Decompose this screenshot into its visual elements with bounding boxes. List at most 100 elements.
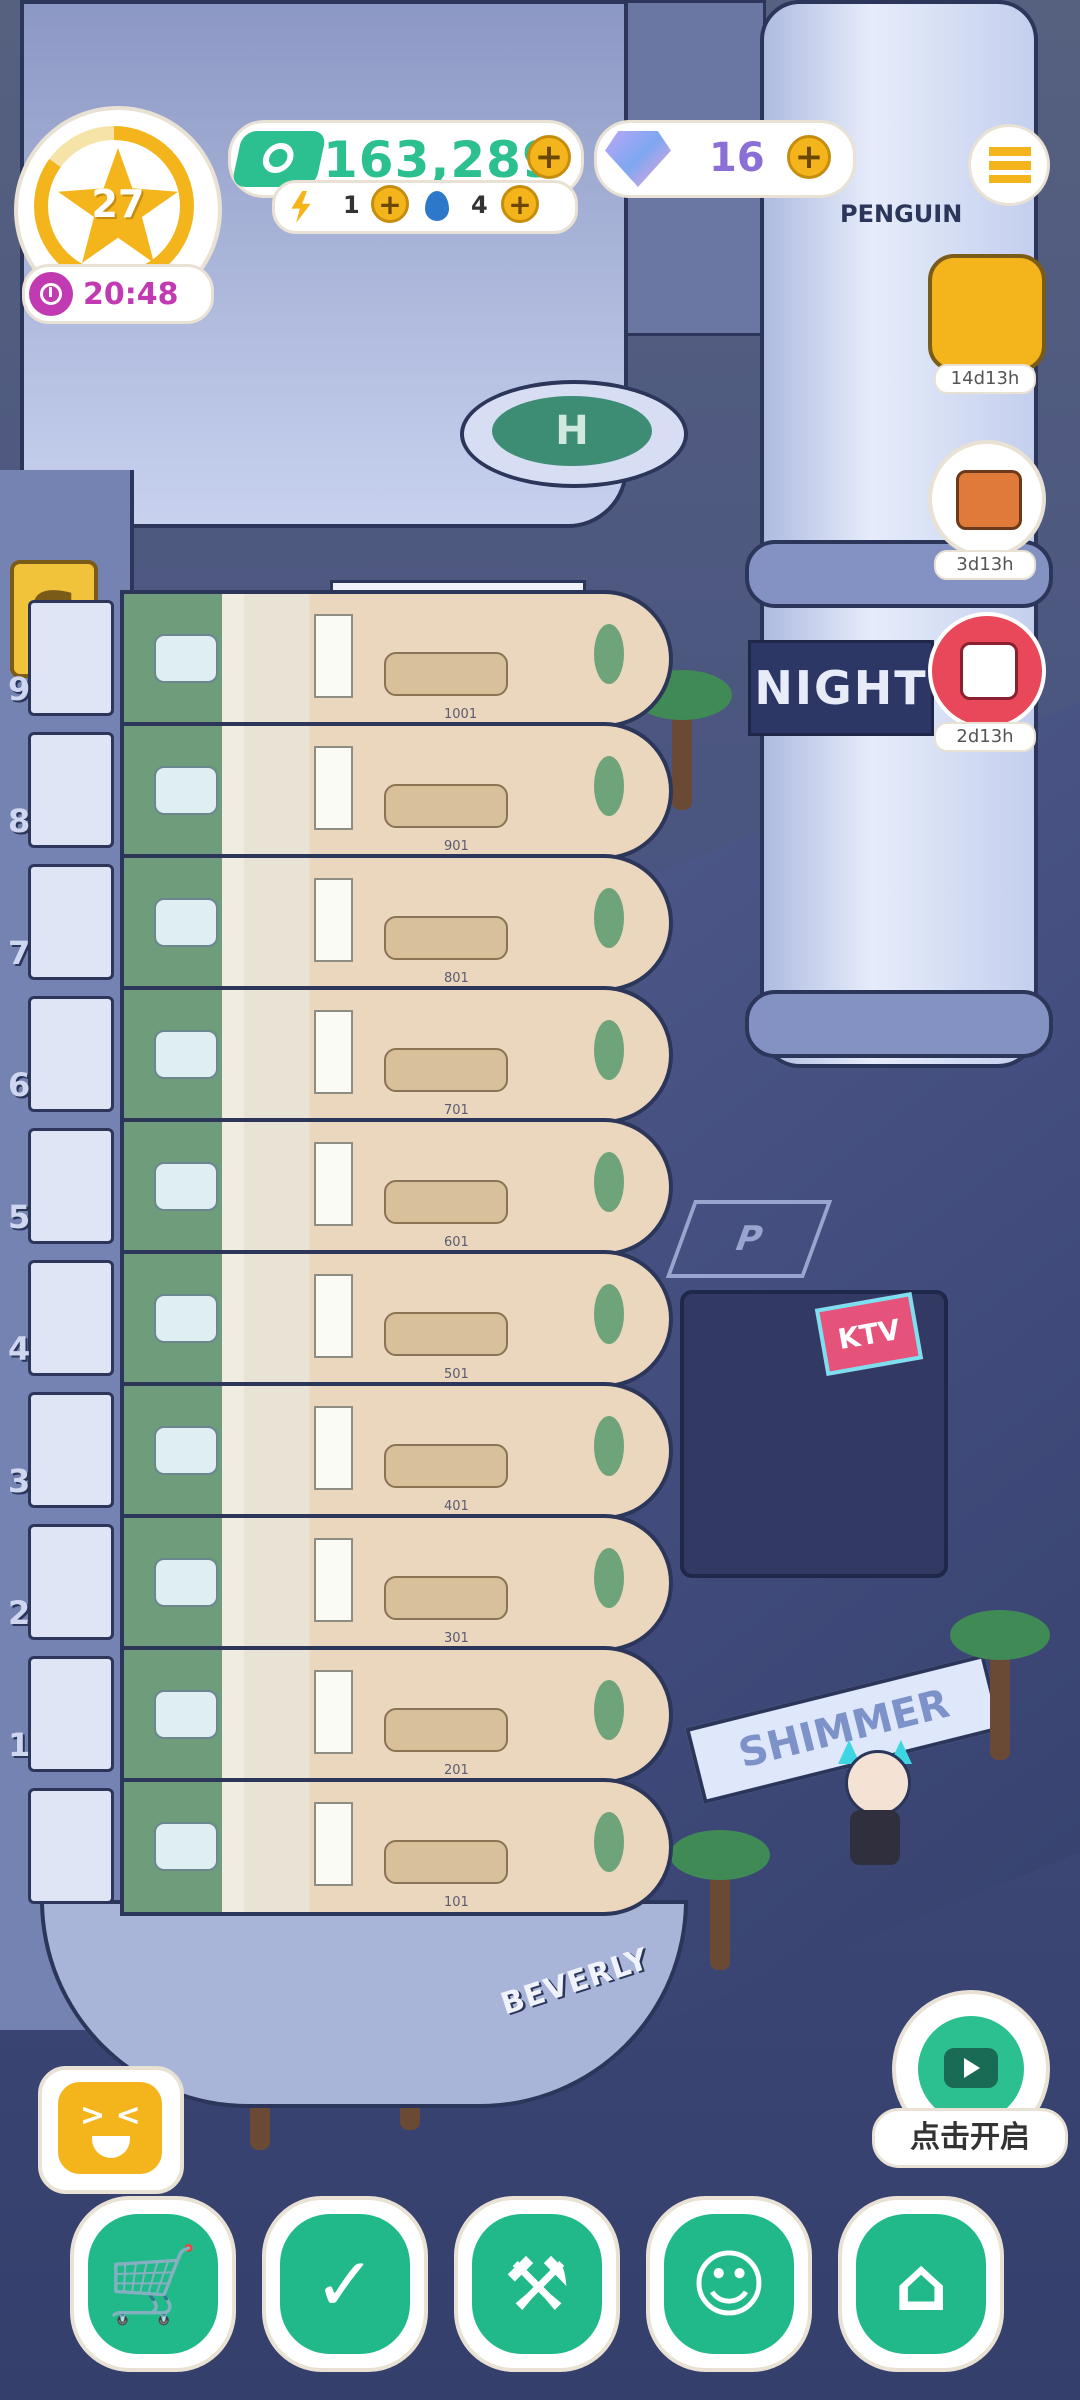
- gem-bar[interactable]: 16 +: [594, 120, 856, 198]
- fridge-furniture: [314, 1274, 353, 1358]
- plant-furniture: [594, 1152, 624, 1212]
- bottom-dock: 🛒 ✓ ⚒ ☺ ⌂: [70, 2196, 1030, 2396]
- menu-button[interactable]: [968, 124, 1050, 206]
- palm-tree: [670, 1830, 770, 1970]
- tv-reward-button[interactable]: 点击开启: [872, 1990, 1068, 2190]
- apartment-floor[interactable]: 701: [120, 986, 673, 1124]
- character-body: [850, 1810, 900, 1865]
- tasks-glyph: ✓: [313, 2242, 376, 2328]
- bath-furniture: [154, 1294, 218, 1343]
- player-character[interactable]: [830, 1740, 920, 1870]
- floor-room-label: 1001: [444, 707, 478, 722]
- water-drop-icon: [425, 191, 449, 221]
- tasks-button[interactable]: ✓: [262, 2196, 428, 2372]
- dice-icon: [928, 612, 1046, 730]
- apartment-floor[interactable]: 901: [120, 722, 673, 860]
- floor-number: 3: [8, 1462, 31, 1500]
- apartment-floor[interactable]: 1001: [120, 590, 673, 728]
- floor-room-label: 401: [444, 1499, 469, 1514]
- plant-furniture: [594, 1020, 624, 1080]
- character-button[interactable]: ☺: [646, 2196, 812, 2372]
- bath-furniture: [154, 1162, 218, 1211]
- apartment-floor[interactable]: 301: [120, 1514, 673, 1652]
- energy-value: 1: [343, 191, 360, 219]
- apartment-floor[interactable]: 401: [120, 1382, 673, 1520]
- sofa-furniture: [384, 1840, 508, 1884]
- house-icon: ⌂: [856, 2214, 986, 2354]
- bath-furniture: [154, 1426, 218, 1475]
- floor-number: 8: [8, 802, 31, 840]
- shopping-cart-icon: 🛒: [88, 2214, 218, 2354]
- helipad-letter: H: [492, 396, 652, 466]
- tools-icon: ⚒: [472, 2214, 602, 2354]
- floor-room-label: 801: [444, 971, 469, 986]
- floor-number: 2: [8, 1594, 31, 1632]
- plant-furniture: [594, 888, 624, 948]
- sofa-furniture: [384, 784, 508, 828]
- suitcase-icon: [928, 440, 1046, 558]
- floor-room-label: 701: [444, 1103, 469, 1118]
- tower-balcony: [28, 1128, 114, 1244]
- bath-furniture: [154, 766, 218, 815]
- event-dice[interactable]: 2d13h: [920, 612, 1046, 752]
- bath-furniture: [154, 634, 218, 683]
- suitcase-shape: [956, 470, 1022, 530]
- tower-balcony: [28, 996, 114, 1112]
- floor-number: 1: [8, 1726, 31, 1764]
- floor-number: 4: [8, 1330, 31, 1368]
- apartment-floor[interactable]: 501: [120, 1250, 673, 1388]
- floor-room-label: 101: [444, 1895, 469, 1910]
- add-coins-button[interactable]: +: [527, 135, 571, 179]
- plant-furniture: [594, 1812, 624, 1872]
- shop-glyph: 🛒: [106, 2242, 200, 2328]
- event-timer: 2d13h: [934, 722, 1036, 752]
- fridge-furniture: [314, 1406, 353, 1490]
- event-travel[interactable]: 3d13h: [920, 440, 1046, 580]
- sofa-furniture: [384, 652, 508, 696]
- event-timer: 14d13h: [934, 364, 1036, 394]
- apartment-floor[interactable]: 601: [120, 1118, 673, 1256]
- fridge-furniture: [314, 1802, 353, 1886]
- add-energy-button[interactable]: +: [371, 185, 409, 223]
- plant-furniture: [594, 1284, 624, 1344]
- clock-icon: [29, 272, 73, 316]
- sofa-furniture: [384, 916, 508, 960]
- fridge-furniture: [314, 878, 353, 962]
- laughing-face-icon: [58, 2082, 162, 2174]
- sofa-furniture: [384, 1444, 508, 1488]
- build-button[interactable]: ⚒: [454, 2196, 620, 2372]
- floor-number: 5: [8, 1198, 31, 1236]
- tower-balcony: [28, 732, 114, 848]
- apartment-floor[interactable]: 101: [120, 1778, 673, 1916]
- level-timer: 20:48: [22, 264, 214, 324]
- apartment-floor[interactable]: 201: [120, 1646, 673, 1784]
- fridge-furniture: [314, 746, 353, 830]
- sofa-furniture: [384, 1048, 508, 1092]
- penguin-poster-text: PENGUIN: [840, 200, 963, 228]
- floor-room-label: 901: [444, 839, 469, 854]
- bath-furniture: [154, 1558, 218, 1607]
- plant-furniture: [594, 624, 624, 684]
- character-glyph: ☺: [690, 2242, 768, 2328]
- floor-room-label: 501: [444, 1367, 469, 1382]
- event-album[interactable]: 14d13h: [920, 254, 1046, 394]
- palm-tree: [632, 670, 732, 810]
- chat-button[interactable]: [38, 2066, 184, 2194]
- add-water-button[interactable]: +: [501, 185, 539, 223]
- floor-room-label: 301: [444, 1631, 469, 1646]
- character-head: [845, 1750, 911, 1816]
- home-button[interactable]: ⌂: [838, 2196, 1004, 2372]
- bath-furniture: [154, 1030, 218, 1079]
- tv-icon-bg: [918, 2016, 1024, 2122]
- parking-sign: P: [665, 1200, 833, 1278]
- bath-furniture: [154, 1822, 218, 1871]
- apartment-floor[interactable]: 801: [120, 854, 673, 992]
- bath-furniture: [154, 1690, 218, 1739]
- dice-shape: [960, 642, 1018, 700]
- fridge-furniture: [314, 1142, 353, 1226]
- tower-balcony: [28, 600, 114, 716]
- shop-button[interactable]: 🛒: [70, 2196, 236, 2372]
- floor-number: 7: [8, 934, 31, 972]
- add-gems-button[interactable]: +: [787, 135, 831, 179]
- water-value: 4: [471, 191, 488, 219]
